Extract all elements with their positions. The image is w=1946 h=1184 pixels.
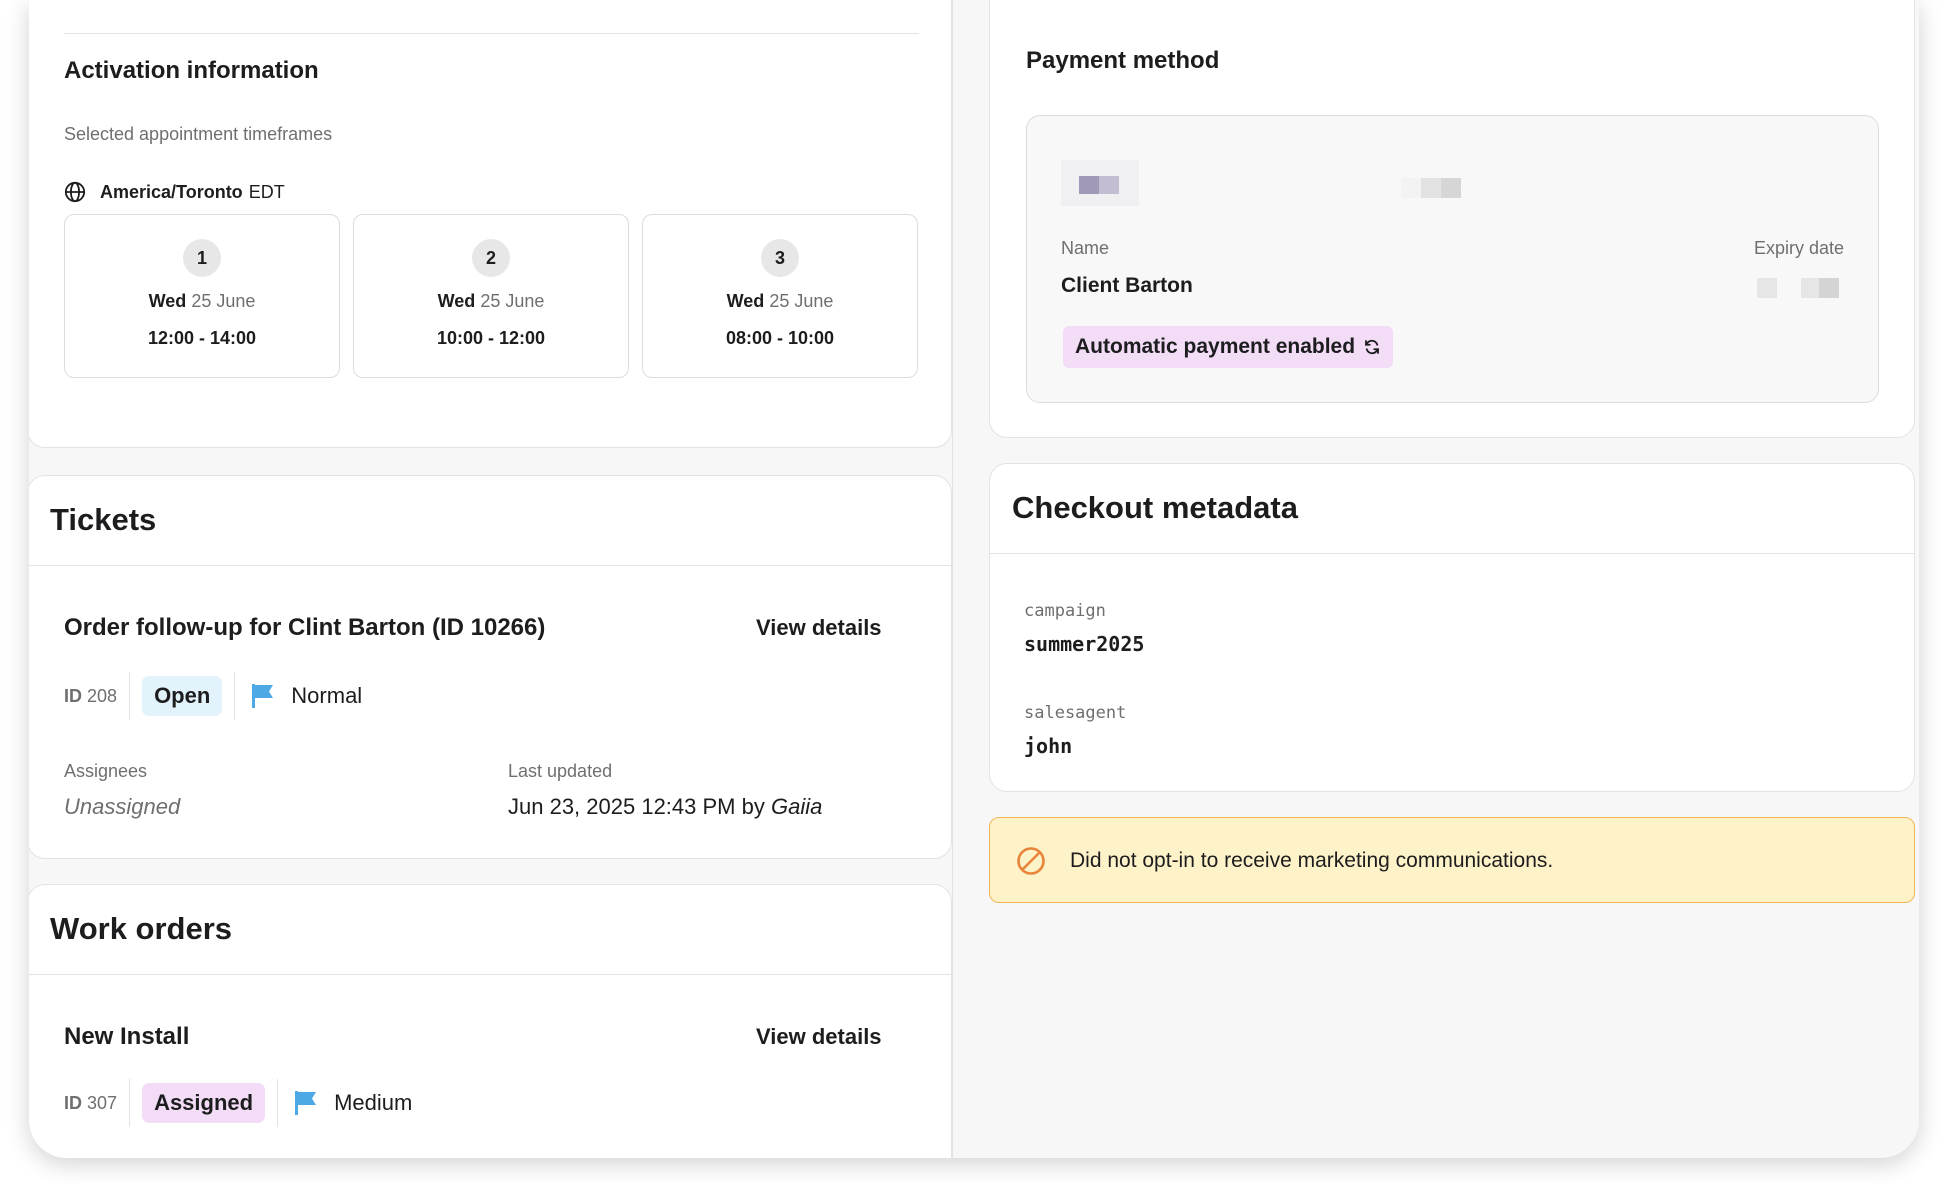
expiry-date-redacted bbox=[1757, 278, 1843, 298]
slot-time: 10:00 - 12:00 bbox=[436, 328, 546, 348]
timeframe-slot: 3 Wed 25 June 08:00 - 10:00 bbox=[642, 214, 918, 378]
card-number-redacted bbox=[1401, 178, 1461, 198]
priority-label: Medium bbox=[334, 1090, 413, 1115]
ticket-title: Order follow-up for Clint Barton (ID 102… bbox=[64, 614, 546, 641]
timeframe-slot: 1 Wed 25 June 12:00 - 14:00 bbox=[64, 214, 340, 378]
card-name-label: Name bbox=[1061, 238, 1110, 258]
globe-icon bbox=[64, 181, 86, 203]
work-orders-card: Work orders New Install View details ID … bbox=[29, 884, 952, 1158]
tickets-title: Tickets bbox=[50, 502, 157, 537]
refresh-icon bbox=[1365, 339, 1379, 355]
work-order-id: ID 307 bbox=[64, 1093, 129, 1114]
card-logo-redacted bbox=[1061, 160, 1139, 206]
card-name-value: Client Barton bbox=[1061, 274, 1193, 297]
timezone-abbr: EDT bbox=[248, 181, 285, 202]
metadata-key: campaign bbox=[1024, 601, 1106, 621]
payment-method-title: Payment method bbox=[1026, 47, 1220, 74]
prohibited-icon bbox=[1017, 847, 1045, 875]
slot-date: 25 June bbox=[480, 291, 545, 311]
timezone-row: America/Toronto EDT bbox=[64, 181, 285, 203]
priority: Medium bbox=[294, 1090, 412, 1116]
page-frame: Activation information Selected appointm… bbox=[29, 0, 1919, 1158]
work-order-title: New Install bbox=[64, 1023, 190, 1050]
slot-time: 12:00 - 14:00 bbox=[147, 328, 257, 348]
ticket-id: ID 208 bbox=[64, 686, 129, 707]
last-updated-date: Jun 23, 2025 12:43 PM by bbox=[508, 794, 765, 819]
ticket-view-details-link[interactable]: View details bbox=[756, 615, 882, 641]
divider bbox=[990, 553, 1914, 554]
expiry-date-label: Expiry date bbox=[1753, 238, 1844, 258]
slot-day: Wed bbox=[437, 291, 476, 311]
metadata-key: salesagent bbox=[1024, 703, 1127, 723]
metadata-value: john bbox=[1024, 734, 1073, 758]
ticket-id-value: 208 bbox=[87, 685, 118, 706]
divider bbox=[234, 672, 236, 720]
last-updated-label: Last updated bbox=[508, 761, 613, 781]
divider bbox=[129, 1079, 131, 1127]
slot-date: 25 June bbox=[769, 291, 834, 311]
updated-by: Gaiia bbox=[770, 794, 823, 819]
payment-method-card: Payment method Name Client Barton Expiry… bbox=[989, 0, 1915, 438]
checkout-metadata-card: Checkout metadata campaign summer2025 sa… bbox=[989, 463, 1915, 792]
flag-icon bbox=[295, 1091, 317, 1115]
marketing-opt-out-alert: Did not opt-in to receive marketing comm… bbox=[989, 817, 1915, 903]
divider bbox=[129, 672, 131, 720]
priority: Normal bbox=[251, 683, 362, 709]
priority-label: Normal bbox=[291, 683, 363, 708]
divider bbox=[64, 33, 919, 34]
slot-number: 1 bbox=[183, 239, 221, 277]
id-prefix: ID bbox=[64, 1092, 82, 1113]
automatic-payment-badge: Automatic payment enabled bbox=[1063, 326, 1394, 368]
id-prefix: ID bbox=[64, 685, 82, 706]
checkout-metadata-title: Checkout metadata bbox=[1012, 490, 1298, 525]
timeframe-slot: 2 Wed 25 June 10:00 - 12:00 bbox=[353, 214, 629, 378]
slot-day: Wed bbox=[148, 291, 187, 311]
divider bbox=[29, 974, 951, 975]
marketing-alert-text: Did not opt-in to receive marketing comm… bbox=[1070, 849, 1554, 872]
slot-day: Wed bbox=[726, 291, 765, 311]
ticket-meta-row: ID 208 Open Normal bbox=[64, 672, 362, 720]
metadata-value: summer2025 bbox=[1024, 632, 1145, 656]
activation-card: Activation information Selected appointm… bbox=[29, 0, 952, 448]
slot-time: 08:00 - 10:00 bbox=[725, 328, 835, 348]
assignees-value: Unassigned bbox=[64, 794, 181, 819]
work-orders-title: Work orders bbox=[50, 911, 233, 946]
slot-number: 3 bbox=[761, 239, 799, 277]
last-updated-value: Jun 23, 2025 12:43 PM by Gaiia bbox=[508, 794, 822, 820]
work-order-view-details-link[interactable]: View details bbox=[756, 1024, 882, 1050]
slot-date: 25 June bbox=[191, 291, 256, 311]
timezone-name: America/Toronto bbox=[100, 181, 243, 202]
assignees-label: Assignees bbox=[64, 761, 148, 781]
tickets-card: Tickets Order follow-up for Clint Barton… bbox=[29, 475, 952, 859]
payment-card-box: Name Client Barton Expiry date Automatic… bbox=[1026, 115, 1879, 403]
work-order-id-value: 307 bbox=[87, 1092, 118, 1113]
status-badge: Open bbox=[142, 676, 223, 716]
work-order-meta-row: ID 307 Assigned Medium bbox=[64, 1079, 412, 1127]
column-divider bbox=[952, 0, 953, 1158]
activation-title: Activation information bbox=[64, 57, 319, 84]
status-badge: Assigned bbox=[142, 1083, 266, 1123]
slot-number: 2 bbox=[472, 239, 510, 277]
automatic-payment-label: Automatic payment enabled bbox=[1075, 335, 1356, 358]
timeframes-label: Selected appointment timeframes bbox=[64, 124, 333, 144]
divider bbox=[277, 1079, 279, 1127]
flag-icon bbox=[252, 684, 274, 708]
divider bbox=[29, 565, 951, 566]
